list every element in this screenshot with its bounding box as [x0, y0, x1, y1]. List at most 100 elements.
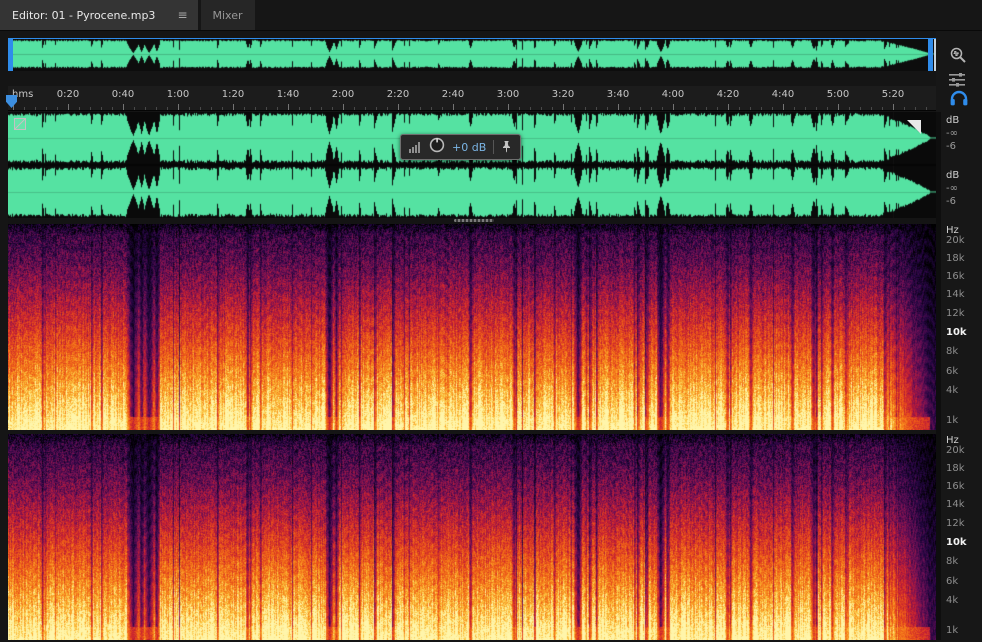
tab-mixer-label: Mixer [212, 8, 243, 22]
ruler-tick [409, 107, 410, 110]
ruler-tick-label: 0:40 [111, 89, 135, 100]
ruler-tick [541, 107, 542, 110]
spectrogram-channel-2[interactable] [8, 434, 936, 640]
ruler-tick [354, 107, 355, 110]
audition-editor-window: Editor: 01 - Pyrocene.mp3 ≡ Mixer hms 0:… [0, 0, 982, 642]
ruler-tick [145, 107, 146, 110]
ruler-tick [596, 107, 597, 110]
headphones-icon[interactable] [949, 89, 969, 111]
ruler-tick [926, 107, 927, 110]
db-tick-label: -6 [946, 196, 956, 207]
ruler-tick [222, 107, 223, 110]
freq-tick-label: 4k [946, 385, 959, 397]
vertical-scrollbar[interactable] [936, 112, 941, 640]
frequency-scale-ch2: Hz 20k 18k 16k 14k 12k 10k 8k 6k 4k 1k [946, 434, 980, 640]
freq-tick-label: 16k [946, 270, 965, 282]
freq-tick-label: 8k [946, 346, 959, 358]
ruler-tick [794, 107, 795, 110]
ruler-tick [618, 104, 619, 110]
ruler-tick [717, 107, 718, 110]
ruler-tick [728, 104, 729, 110]
overview-waveform-canvas[interactable] [8, 39, 936, 70]
scrollbar-handle[interactable] [454, 219, 494, 222]
amplitude-scale-ch2: dB -∞ -6 [946, 169, 959, 208]
ruler-tick [376, 107, 377, 110]
ruler-tick [189, 107, 190, 110]
ruler-tick-label: 2:20 [386, 89, 410, 100]
db-tick-label: -∞ [946, 128, 958, 139]
freq-tick-label: 20k [946, 445, 965, 457]
spectrogram-channel-1[interactable] [8, 224, 936, 430]
range-handle-left[interactable] [8, 39, 13, 71]
ruler-tick [442, 107, 443, 110]
frequency-scale-ch1: Hz 20k 18k 16k 14k 12k 10k 8k 6k 4k 1k [946, 224, 980, 430]
ruler-tick [684, 107, 685, 110]
fade-out-handle-icon[interactable] [907, 120, 921, 134]
ruler-tick [123, 104, 124, 110]
range-handle-right[interactable] [928, 39, 933, 71]
ruler-tick [673, 104, 674, 110]
db-unit-label: dB [946, 170, 960, 181]
waveform-display[interactable]: +0 dB [8, 112, 936, 218]
ruler-tick [552, 107, 553, 110]
freq-tick-label: 12k [946, 517, 965, 529]
ruler-tick [57, 107, 58, 110]
ruler-tick-label: 1:00 [166, 89, 190, 100]
tab-editor[interactable]: Editor: 01 - Pyrocene.mp3 [0, 0, 168, 30]
db-tick-label: -6 [946, 141, 956, 152]
playhead-marker[interactable] [6, 95, 17, 108]
ruler-tick [772, 107, 773, 110]
volume-hud[interactable]: +0 dB [400, 134, 522, 160]
ruler-tick [915, 107, 916, 110]
ruler-tick [24, 107, 25, 110]
fade-in-handle-icon[interactable] [14, 118, 26, 130]
zoom-icon[interactable] [949, 46, 967, 68]
ruler-tick-label: 4:20 [716, 89, 740, 100]
timeline-ruler[interactable]: hms 0:20 0:40 1:00 1:20 1:40 2:00 2:20 2:40 3:00… [6, 86, 936, 111]
ruler-tick [574, 107, 575, 110]
overview-navigator[interactable] [8, 38, 936, 71]
ruler-tick [629, 107, 630, 110]
ruler-tick [332, 107, 333, 110]
ruler-tick [420, 107, 421, 110]
ruler-tick [244, 107, 245, 110]
freq-tick-label: 6k [946, 365, 959, 377]
ruler-tick [816, 107, 817, 110]
freq-tick-label: 18k [946, 252, 965, 264]
gain-knob[interactable] [429, 137, 445, 157]
ruler-tick [882, 107, 883, 110]
panel-menu-icon[interactable]: ≡ [167, 0, 198, 30]
tab-mixer[interactable]: Mixer [200, 0, 255, 30]
freq-tick-label: 6k [946, 575, 959, 587]
ruler-tick [607, 107, 608, 110]
ruler-tick [508, 104, 509, 110]
ruler-tick [464, 107, 465, 110]
amplitude-scale: dB -∞ -6 dB -∞ -6 [946, 112, 980, 218]
freq-tick-label: 12k [946, 307, 965, 319]
waveform-canvas[interactable] [8, 112, 936, 218]
ruler-tick [453, 104, 454, 110]
ruler-tick [904, 107, 905, 110]
ruler-tick [365, 107, 366, 110]
gain-value-label: +0 dB [452, 140, 487, 154]
ruler-tick [827, 107, 828, 110]
ruler-tick [277, 107, 278, 110]
freq-tick-label: 16k [946, 480, 965, 492]
ruler-tick [211, 107, 212, 110]
ruler-tick [431, 107, 432, 110]
freq-tick-label: 20k [946, 235, 965, 247]
ruler-tick [46, 107, 47, 110]
spectrogram-canvas-ch2[interactable] [8, 434, 936, 640]
ruler-tick-label: 3:00 [496, 89, 520, 100]
ruler-tick [651, 107, 652, 110]
spectrogram-canvas-ch1[interactable] [8, 224, 936, 430]
ruler-tick [893, 104, 894, 110]
ruler-tick [662, 107, 663, 110]
ruler-tick-label: 4:00 [661, 89, 685, 100]
pin-icon[interactable] [501, 138, 512, 157]
ruler-tick [530, 107, 531, 110]
ruler-tick [387, 107, 388, 110]
freq-tick-label: 18k [946, 462, 965, 474]
freq-tick-label: 1k [946, 414, 959, 426]
ruler-tick [299, 107, 300, 110]
